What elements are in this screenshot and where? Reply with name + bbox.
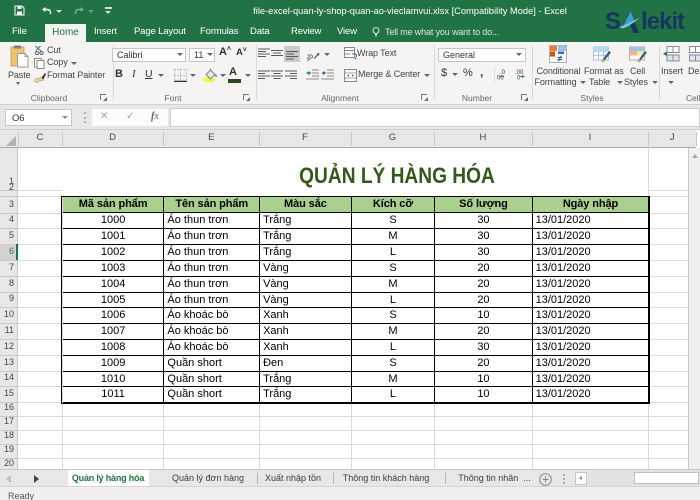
svg-text:ab: ab [307, 51, 315, 61]
svg-text:≠: ≠ [558, 54, 563, 64]
